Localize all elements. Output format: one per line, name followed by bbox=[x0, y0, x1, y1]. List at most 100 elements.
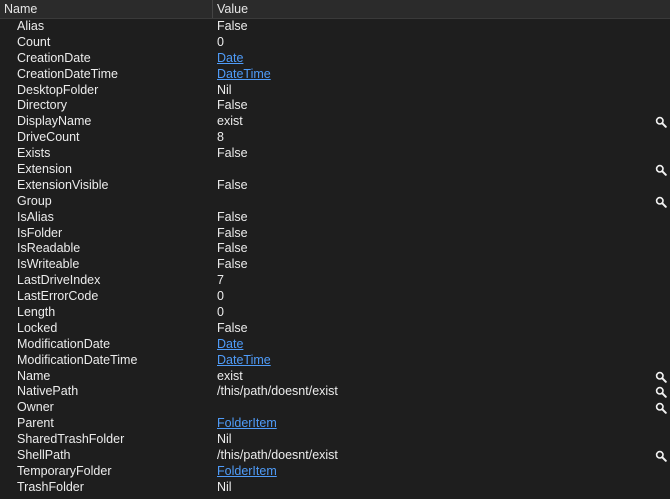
property-name: CreationDateTime bbox=[17, 66, 118, 81]
property-name: Directory bbox=[17, 98, 68, 113]
property-value: /this/path/doesnt/exist bbox=[217, 448, 338, 463]
property-name: DisplayName bbox=[17, 114, 92, 129]
property-name: Extension bbox=[17, 162, 72, 177]
property-value: exist bbox=[217, 114, 243, 129]
property-row[interactable]: CreationDate Date bbox=[0, 51, 670, 67]
property-name: IsFolder bbox=[17, 225, 63, 240]
property-value: False bbox=[217, 320, 248, 335]
property-value: False bbox=[217, 209, 248, 224]
property-row[interactable]: IsFolder False bbox=[0, 226, 670, 242]
property-row[interactable]: IsAlias False bbox=[0, 210, 670, 226]
magnifier-icon[interactable] bbox=[655, 164, 667, 176]
magnifier-icon[interactable] bbox=[655, 402, 667, 415]
property-name: LastDriveIndex bbox=[17, 273, 101, 288]
property-name: CreationDate bbox=[17, 50, 91, 65]
property-name: Group bbox=[17, 193, 52, 208]
property-value: Nil bbox=[217, 432, 232, 447]
property-value-link[interactable]: DateTime bbox=[213, 353, 670, 369]
property-name: Length bbox=[17, 305, 56, 320]
property-row[interactable]: ModificationDateTime DateTime bbox=[0, 353, 670, 369]
property-value: 0 bbox=[217, 305, 224, 320]
property-row[interactable]: CreationDateTime DateTime bbox=[0, 67, 670, 83]
property-value-link[interactable]: DateTime bbox=[213, 67, 670, 83]
property-name: IsWriteable bbox=[17, 257, 80, 272]
property-name: ModificationDateTime bbox=[17, 352, 138, 367]
property-name: IsAlias bbox=[17, 209, 54, 224]
property-name: Alias bbox=[17, 19, 45, 33]
property-value: exist bbox=[217, 368, 243, 383]
property-value: False bbox=[217, 257, 248, 272]
property-value: False bbox=[217, 225, 248, 240]
property-value: Nil bbox=[217, 82, 232, 97]
property-value: 8 bbox=[217, 130, 224, 145]
value-column-header[interactable]: Value bbox=[213, 0, 670, 18]
property-row[interactable]: Directory False bbox=[0, 98, 670, 114]
property-list: Alias False Count 0 CreationDate Date Creation… bbox=[0, 19, 670, 496]
property-name: TemporaryFolder bbox=[17, 463, 112, 478]
property-value: False bbox=[217, 241, 248, 256]
property-value: False bbox=[217, 98, 248, 113]
property-row[interactable]: Group bbox=[0, 194, 670, 210]
property-name: ExtensionVisible bbox=[17, 177, 109, 192]
property-value-link[interactable]: Date bbox=[213, 337, 670, 353]
property-row[interactable]: ExtensionVisible False bbox=[0, 178, 670, 194]
property-row[interactable]: Length 0 bbox=[0, 305, 670, 321]
property-name: Count bbox=[17, 34, 51, 49]
property-value: 0 bbox=[217, 289, 224, 304]
property-row[interactable]: DriveCount 8 bbox=[0, 130, 670, 146]
property-row[interactable]: DesktopFolder Nil bbox=[0, 83, 670, 99]
property-name: NativePath bbox=[17, 384, 79, 399]
property-value bbox=[213, 400, 670, 416]
property-value: False bbox=[217, 146, 248, 161]
property-row[interactable]: Alias False bbox=[0, 19, 670, 35]
property-row[interactable]: LastErrorCode 0 bbox=[0, 289, 670, 305]
property-name: Name bbox=[17, 368, 51, 383]
property-row[interactable]: ShellPath/this/path/doesnt/exist bbox=[0, 448, 670, 464]
name-column-header[interactable]: Name bbox=[0, 0, 213, 18]
property-value bbox=[213, 162, 670, 178]
property-value: Nil bbox=[217, 479, 232, 494]
property-row[interactable]: DisplayName exist bbox=[0, 114, 670, 130]
property-row[interactable]: SharedTrashFolder Nil bbox=[0, 432, 670, 448]
property-name: IsReadable bbox=[17, 241, 81, 256]
property-value: 7 bbox=[217, 273, 224, 288]
magnifier-icon[interactable] bbox=[655, 450, 667, 462]
property-name: Owner bbox=[17, 400, 54, 415]
property-value bbox=[213, 194, 670, 210]
property-value-link[interactable]: Date bbox=[213, 51, 670, 67]
magnifier-icon[interactable] bbox=[655, 386, 667, 399]
property-row[interactable]: Exists False bbox=[0, 146, 670, 162]
property-row[interactable]: Parent FolderItem bbox=[0, 416, 670, 432]
property-row[interactable]: IsReadable False bbox=[0, 241, 670, 257]
property-name: LastErrorCode bbox=[17, 289, 99, 304]
property-row[interactable]: IsWriteable False bbox=[0, 257, 670, 273]
property-name: ModificationDate bbox=[17, 336, 111, 351]
property-name: DriveCount bbox=[17, 130, 80, 145]
property-value: /this/path/doesnt/exist bbox=[217, 384, 338, 399]
variable-viewer: Name Value Alias False Count 0 CreationDate D… bbox=[0, 0, 670, 499]
property-row[interactable]: ModificationDate Date bbox=[0, 337, 670, 353]
property-row[interactable]: LastDriveIndex 7 bbox=[0, 273, 670, 289]
magnifier-icon[interactable] bbox=[655, 196, 667, 208]
property-row[interactable]: Name exist bbox=[0, 369, 670, 385]
property-row[interactable]: TemporaryFolder FolderItem bbox=[0, 464, 670, 480]
magnifier-icon[interactable] bbox=[655, 371, 667, 383]
property-value: False bbox=[217, 177, 248, 192]
property-row[interactable]: Extension bbox=[0, 162, 670, 178]
property-value-link[interactable]: FolderItem bbox=[213, 464, 670, 480]
property-row[interactable]: Count 0 bbox=[0, 35, 670, 51]
magnifier-icon[interactable] bbox=[655, 116, 667, 129]
property-row[interactable]: TrashFolder Nil bbox=[0, 480, 670, 496]
column-header: Name Value bbox=[0, 0, 670, 19]
property-value: False bbox=[217, 19, 248, 33]
property-row[interactable]: NativePath/this/path/doesnt/exist bbox=[0, 384, 670, 400]
property-value: 0 bbox=[217, 34, 224, 49]
property-name: TrashFolder bbox=[17, 479, 84, 494]
property-name: ShellPath bbox=[17, 448, 71, 463]
property-name: Parent bbox=[17, 416, 54, 431]
property-row[interactable]: Locked False bbox=[0, 321, 670, 337]
property-name: Exists bbox=[17, 146, 51, 161]
property-name: SharedTrashFolder bbox=[17, 432, 125, 447]
property-value-link[interactable]: FolderItem bbox=[213, 416, 670, 432]
property-row[interactable]: Owner bbox=[0, 400, 670, 416]
